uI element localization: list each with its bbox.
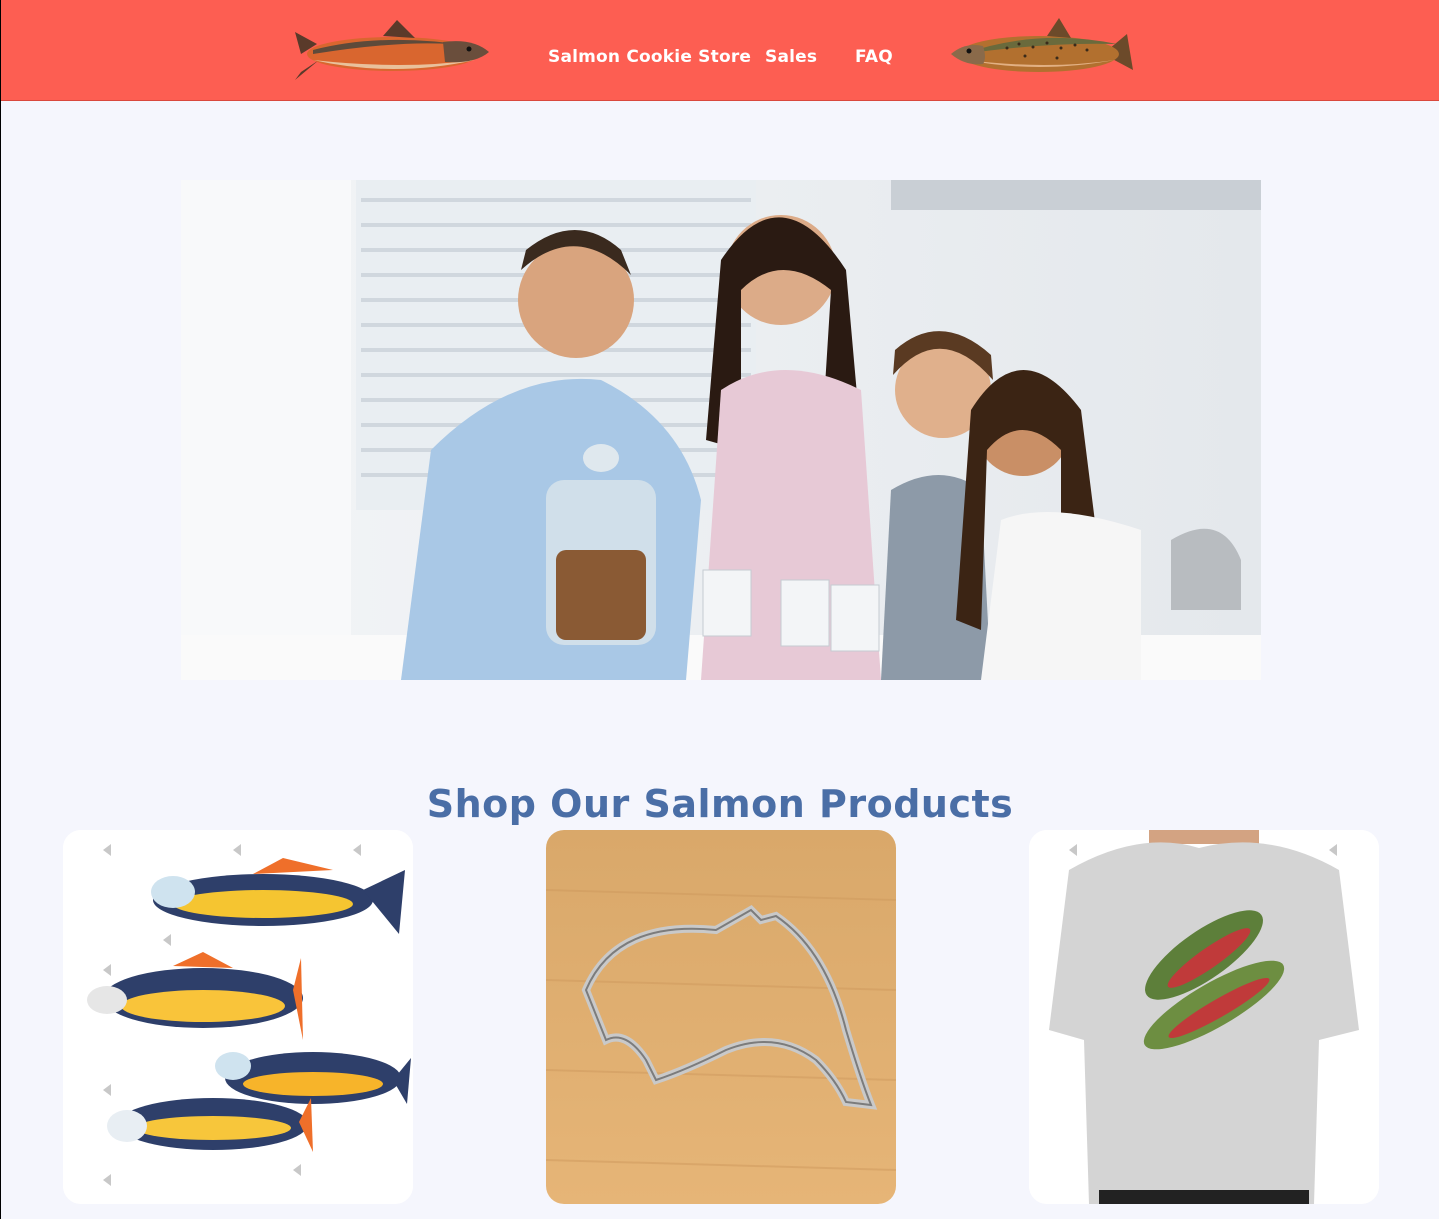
product-card-decorated-cookies[interactable] [63, 830, 413, 1204]
salmon-cookie-cutter-image [546, 830, 896, 1204]
salmon-illustration-icon [295, 20, 489, 80]
hero-family-photo [181, 180, 1261, 680]
page: Salmon Cookie Store Sales FAQ Shop Our S… [1, 0, 1439, 1219]
trout-illustration-icon [951, 18, 1133, 72]
family-with-cookie-jar-photo [181, 180, 1261, 680]
top-navigation-bar: Salmon Cookie Store Sales FAQ [1, 0, 1439, 101]
product-card-cookie-cutter[interactable] [546, 830, 896, 1204]
nav-link-salmon-cookie-store[interactable]: Salmon Cookie Store [548, 47, 751, 67]
nav-link-faq[interactable]: FAQ [855, 47, 893, 67]
nav-link-sales[interactable]: Sales [765, 47, 817, 67]
products-section-title: Shop Our Salmon Products [426, 781, 1014, 826]
salmon-t-shirt-image [1029, 830, 1379, 1204]
decorated-salmon-cookies-image [63, 830, 413, 1204]
product-card-t-shirt[interactable] [1029, 830, 1379, 1204]
